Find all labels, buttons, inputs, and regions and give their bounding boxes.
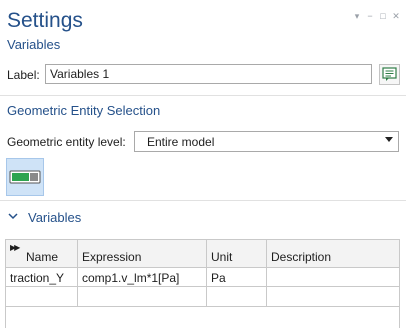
variables-section-header[interactable]: Variables	[0, 206, 406, 228]
geometric-level-label: Geometric entity level:	[7, 135, 126, 149]
column-header-description[interactable]: Description	[267, 240, 399, 267]
cell-expression[interactable]: comp1.v_lm*1[Pa]	[78, 268, 207, 286]
chevron-down-icon	[8, 213, 18, 220]
chevron-down-icon	[385, 137, 393, 142]
move-to-first-icon: ▶▶	[10, 243, 20, 252]
minimize-icon[interactable]: −	[366, 12, 374, 21]
table-row[interactable]: traction_Y comp1.v_lm*1[Pa] Pa	[6, 268, 399, 287]
divider	[0, 95, 406, 96]
variables-section-title: Variables	[28, 210, 82, 225]
table-empty-area	[6, 307, 399, 329]
active-toggle-button[interactable]	[6, 158, 44, 196]
geometric-selection-title: Geometric Entity Selection	[7, 103, 161, 118]
variables-table: ▶▶ Name Expression Unit Description trac…	[5, 239, 400, 328]
column-header-unit[interactable]: Unit	[207, 240, 267, 267]
table-row[interactable]	[6, 287, 399, 307]
label-caption: Label:	[7, 68, 40, 82]
window-controls: ▾ − □ ✕	[353, 12, 400, 21]
divider	[0, 200, 406, 201]
cell-description[interactable]	[267, 287, 399, 306]
cell-unit	[207, 287, 267, 306]
close-icon[interactable]: ✕	[392, 12, 400, 21]
page-title: Settings	[7, 9, 83, 32]
column-header-name[interactable]: ▶▶ Name	[6, 240, 78, 267]
label-input[interactable]	[45, 64, 372, 84]
toggle-icon	[9, 170, 41, 184]
geometric-level-row: Geometric entity level: Entire model	[0, 130, 406, 154]
cell-expression[interactable]	[78, 287, 207, 306]
page-subtitle: Variables	[7, 37, 61, 52]
cell-name[interactable]	[6, 287, 78, 306]
menu-down-icon[interactable]: ▾	[353, 12, 361, 21]
column-header-expression[interactable]: Expression	[78, 240, 207, 267]
cell-unit: Pa	[207, 268, 267, 286]
settings-header: Settings Variables ▾ − □ ✕	[0, 0, 406, 60]
label-comment-button[interactable]	[379, 64, 400, 85]
cell-name[interactable]: traction_Y	[6, 268, 78, 286]
comment-icon	[382, 67, 397, 81]
table-header-row: ▶▶ Name Expression Unit Description	[6, 240, 399, 268]
cell-description[interactable]	[267, 268, 399, 286]
restore-icon[interactable]: □	[379, 12, 387, 21]
geometric-level-value: Entire model	[147, 135, 215, 149]
label-row: Label:	[0, 62, 406, 88]
geometric-level-select[interactable]: Entire model	[134, 131, 399, 152]
